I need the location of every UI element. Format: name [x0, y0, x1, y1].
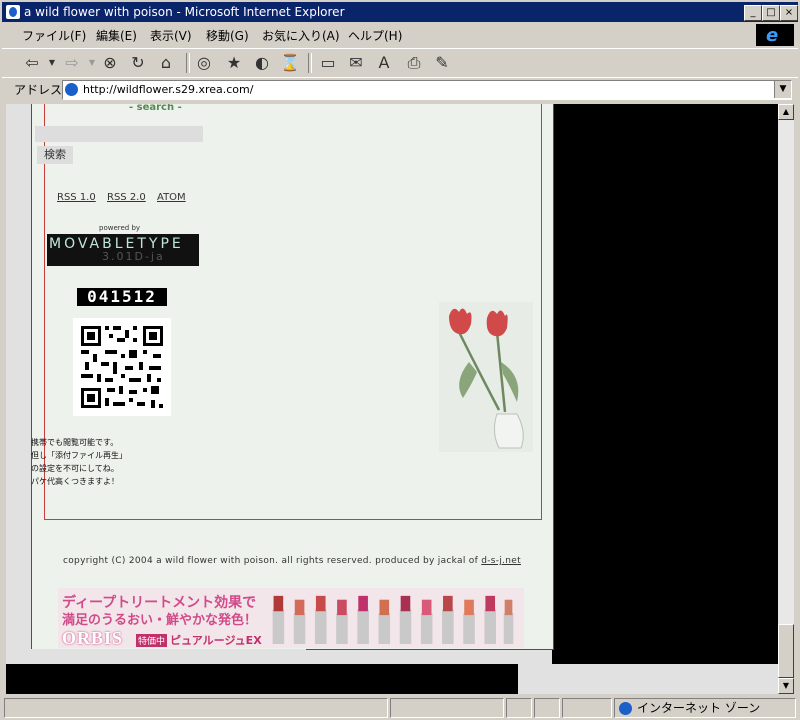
history-icon[interactable]: ⌛	[280, 53, 300, 73]
qr-code	[73, 318, 171, 416]
internet-zone-icon	[619, 702, 632, 715]
movabletype-logo[interactable]: MOVABLETYPE 3.01D-ja	[47, 234, 199, 266]
status-progress	[390, 698, 504, 718]
close-button[interactable]: ×	[780, 5, 798, 21]
mail-icon[interactable]: ✉	[346, 53, 366, 73]
copyright-text: copyright (C) 2004 a wild flower with po…	[63, 556, 479, 566]
title-bar: a wild flower with poison - Microsoft In…	[2, 2, 798, 22]
banner-badge: 特価中	[136, 634, 168, 647]
window-title: a wild flower with poison - Microsoft In…	[24, 5, 345, 19]
address-label: アドレス	[14, 83, 63, 97]
status-blank	[534, 698, 560, 718]
copyright-link[interactable]: d-s-j.net	[481, 556, 521, 566]
status-zone: インターネット ゾーン	[614, 698, 796, 718]
vertical-scrollbar[interactable]: ▲ ▼	[778, 104, 794, 694]
banner-brand: ORBIS	[62, 628, 124, 648]
search-button[interactable]: 検索	[37, 146, 73, 164]
status-bar: インターネット ゾーン	[2, 698, 798, 718]
forward-dropdown-icon[interactable]: ▼	[82, 53, 102, 73]
qr-code-icon	[73, 318, 171, 416]
maximize-button[interactable]: □	[762, 5, 780, 21]
mobile-notice-line: 携帯でも閲覧可能です。	[31, 438, 119, 447]
menu-edit[interactable]: 編集(E)	[96, 27, 137, 44]
search-heading: - search -	[129, 104, 182, 113]
edit-icon[interactable]: ✎	[432, 53, 452, 73]
atom-link[interactable]: ATOM	[157, 192, 186, 203]
page-viewport: - search - 検索 RSS 1.0 RSS 2.0 ATOM power…	[6, 104, 778, 694]
rss-2-link[interactable]: RSS 2.0	[107, 192, 146, 203]
banner-product: ピュアルージュEX	[170, 634, 262, 647]
scroll-up-icon[interactable]: ▲	[778, 104, 794, 120]
lipstick-images	[272, 595, 514, 644]
favorites-icon[interactable]: ★	[224, 53, 244, 73]
address-input[interactable]: http://wildflower.s29.xrea.com/ ▼	[62, 80, 792, 100]
toolbar-separator	[308, 53, 312, 73]
menu-favorites[interactable]: お気に入り(A)	[262, 27, 340, 44]
address-bar: アドレス http://wildflower.s29.xrea.com/ ▼	[2, 77, 798, 100]
access-counter: 041512	[77, 288, 167, 306]
page-body: - search - 検索 RSS 1.0 RSS 2.0 ATOM power…	[6, 104, 554, 664]
font-icon[interactable]: A	[374, 53, 394, 73]
scroll-thumb[interactable]	[778, 624, 794, 678]
media-icon[interactable]: ◐	[252, 53, 272, 73]
mobile-notice-line: 但し「添付ファイル再生」	[31, 451, 127, 460]
page-bottom-grey	[518, 664, 778, 694]
toolbar: ⇦ ▼ ⇨ ▼ ⊗ ↻ ⌂ ◎ ★ ◐ ⌛ ▭ ✉ A ⎙ ✎	[2, 48, 798, 78]
powered-by-label: powered by	[99, 224, 141, 232]
status-lock	[506, 698, 532, 718]
minimize-button[interactable]: _	[744, 5, 762, 21]
menu-file[interactable]: ファイル(F)	[22, 27, 86, 44]
back-icon[interactable]: ⇦	[22, 53, 42, 73]
tulip-image	[439, 302, 533, 452]
toolbar-separator	[186, 53, 190, 73]
ie-page-icon	[6, 5, 20, 19]
print-icon[interactable]: ⎙	[404, 53, 424, 73]
rss-1-link[interactable]: RSS 1.0	[57, 192, 96, 203]
tulip-icon	[439, 302, 533, 452]
ie-logo: e	[756, 24, 794, 46]
search-input[interactable]	[35, 126, 203, 142]
search-icon[interactable]: ◎	[194, 53, 214, 73]
menu-help[interactable]: ヘルプ(H)	[348, 27, 402, 44]
address-dropdown-icon[interactable]: ▼	[774, 81, 791, 98]
refresh-icon[interactable]: ↻	[128, 53, 148, 73]
orbis-ad-banner[interactable]: ディープトリートメント効果で 満足のうるおい・鮮やかな発色！ ORBIS 特価中…	[58, 588, 524, 648]
copyright-notice: copyright (C) 2004 a wild flower with po…	[46, 556, 538, 566]
mobile-notice: 携帯でも閲覧可能です。 但し「添付ファイル再生」 の設定を不可にしてね。 パケ代…	[31, 436, 127, 488]
content-frame: - search - 検索 RSS 1.0 RSS 2.0 ATOM power…	[31, 104, 554, 650]
movabletype-logo-version: 3.01D-ja	[102, 250, 165, 263]
address-url[interactable]: http://wildflower.s29.xrea.com/	[83, 81, 253, 99]
banner-subheadline: 満足のうるおい・鮮やかな発色！	[62, 613, 258, 628]
stop-icon[interactable]: ⊗	[100, 53, 120, 73]
browser-window: a wild flower with poison - Microsoft In…	[0, 0, 800, 720]
menu-view[interactable]: 表示(V)	[150, 27, 192, 44]
mobile-notice-line: パケ代高くつきますよ！	[31, 477, 119, 486]
sidebar-frame: - search - 検索 RSS 1.0 RSS 2.0 ATOM power…	[31, 104, 542, 520]
scroll-down-icon[interactable]: ▼	[778, 678, 794, 694]
back-dropdown-icon[interactable]: ▼	[42, 53, 62, 73]
zone-label: インターネット ゾーン	[637, 701, 761, 715]
menu-go[interactable]: 移動(G)	[206, 27, 249, 44]
status-blank-2	[562, 698, 612, 718]
page-icon	[65, 83, 78, 96]
mobile-notice-line: の設定を不可にしてね。	[31, 464, 119, 473]
page-footer-strip	[6, 649, 306, 664]
fullscreen-icon[interactable]: ▭	[318, 53, 338, 73]
ie-logo-icon: e	[766, 25, 779, 46]
menu-bar: ファイル(F) 編集(E) 表示(V) 移動(G) お気に入り(A) ヘルプ(H…	[2, 24, 798, 46]
status-text	[4, 698, 388, 718]
forward-icon[interactable]: ⇨	[62, 53, 82, 73]
home-icon[interactable]: ⌂	[156, 53, 176, 73]
